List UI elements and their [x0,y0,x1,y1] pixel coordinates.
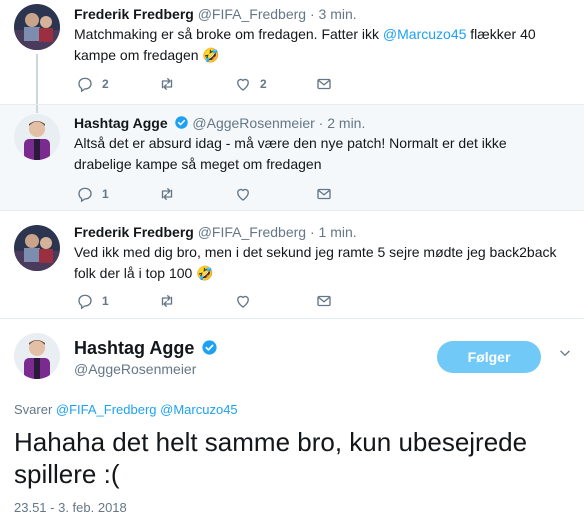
message-icon [317,78,331,90]
like-icon [237,78,249,91]
retweet-button[interactable] [158,292,176,310]
reply-mention-link[interactable]: @Marcuzo45 [160,402,238,417]
user-handle[interactable]: @FIFA_Fredberg [198,224,306,240]
like-button[interactable]: 2 [234,75,267,93]
reply-count: 1 [102,294,109,308]
retweet-icon [161,78,173,90]
reply-icon [78,77,92,93]
reply-count: 2 [102,77,109,91]
verified-icon [174,116,188,129]
like-icon [237,188,249,201]
message-button[interactable] [315,185,333,203]
chevron-down-icon [560,350,570,356]
like-count: 2 [260,77,267,91]
main-tweet-date[interactable]: 23.51 - 3. feb. 2018 [14,500,127,515]
user-handle[interactable]: @AggeRosenmeier [192,115,314,131]
reply-button[interactable]: 2 [76,75,109,93]
like-button[interactable] [234,185,252,203]
retweet-button[interactable] [158,75,176,93]
separator: · [318,115,324,131]
display-name[interactable]: Frederik Fredberg [74,224,194,240]
mention-link[interactable]: @Marcuzo45 [383,26,466,42]
main-name-text[interactable]: Hashtag Agge [74,338,194,358]
reply-icon [78,187,92,203]
follow-button[interactable]: Følger [437,341,541,373]
tweet-header: Frederik Fredberg @FIFA_Fredberg · 1 min… [74,223,357,241]
emoji: 🤣 [202,47,220,63]
thread-line [36,105,38,113]
reply-button[interactable]: 1 [76,292,109,310]
main-avatar[interactable] [14,333,60,379]
retweet-button[interactable] [158,185,176,203]
main-display-name[interactable]: Hashtag Agge [74,337,218,359]
message-icon [317,188,331,200]
reply-count: 1 [102,187,109,201]
like-icon [237,295,249,308]
tweet-text: Ved ikk med dig bro, men i det sekund je… [74,242,564,284]
thread-line [36,54,38,104]
reply-context: Svarer @FIFA_Fredberg @Marcuzo45 [14,402,238,417]
message-button[interactable] [315,75,333,93]
separator: · [309,224,315,240]
tweet-header: Frederik Fredberg @FIFA_Fredberg · 3 min… [74,5,357,23]
tweet-2[interactable]: Hashtag Agge @AggeRosenmeier · 2 min. Al… [0,104,584,211]
reply-prefix: Svarer [14,402,56,417]
tweet-text: Matchmaking er så broke om fredagen. Fat… [74,24,564,66]
message-button[interactable] [315,292,333,310]
display-name[interactable]: Frederik Fredberg [74,6,194,22]
tweet-1[interactable]: Frederik Fredberg @FIFA_Fredberg · 3 min… [0,0,584,104]
avatar[interactable] [14,225,60,271]
tweet-3[interactable]: Frederik Fredberg @FIFA_Fredberg · 1 min… [0,211,584,319]
verified-icon [202,340,217,355]
timestamp[interactable]: 1 min. [319,224,357,240]
display-name[interactable]: Hashtag Agge [74,115,168,131]
emoji: 🤣 [196,265,214,281]
reply-icon [78,294,92,310]
main-user-handle[interactable]: @AggeRosenmeier [74,361,196,377]
separator: · [309,6,315,22]
reply-mention-link[interactable]: @FIFA_Fredberg [56,402,157,417]
avatar[interactable] [14,114,60,160]
main-tweet-text: Hahaha det helt samme bro, kun ubesejred… [14,427,528,489]
user-handle[interactable]: @FIFA_Fredberg [198,6,306,22]
tweet-text-part: Ved ikk med dig bro, men i det sekund je… [74,244,557,281]
more-options-button[interactable] [558,346,572,365]
retweet-icon [161,188,173,200]
retweet-icon [161,295,173,307]
timestamp[interactable]: 3 min. [319,6,357,22]
tweet-header: Hashtag Agge @AggeRosenmeier · 2 min. [74,114,365,132]
reply-button[interactable]: 1 [76,185,109,203]
message-icon [317,295,331,307]
tweet-text: Altså det er absurd idag - må være den n… [74,135,507,172]
avatar[interactable] [14,4,60,50]
timestamp[interactable]: 2 min. [327,115,365,131]
like-button[interactable] [234,292,252,310]
tweet-text-part: Matchmaking er så broke om fredagen. Fat… [74,26,383,42]
